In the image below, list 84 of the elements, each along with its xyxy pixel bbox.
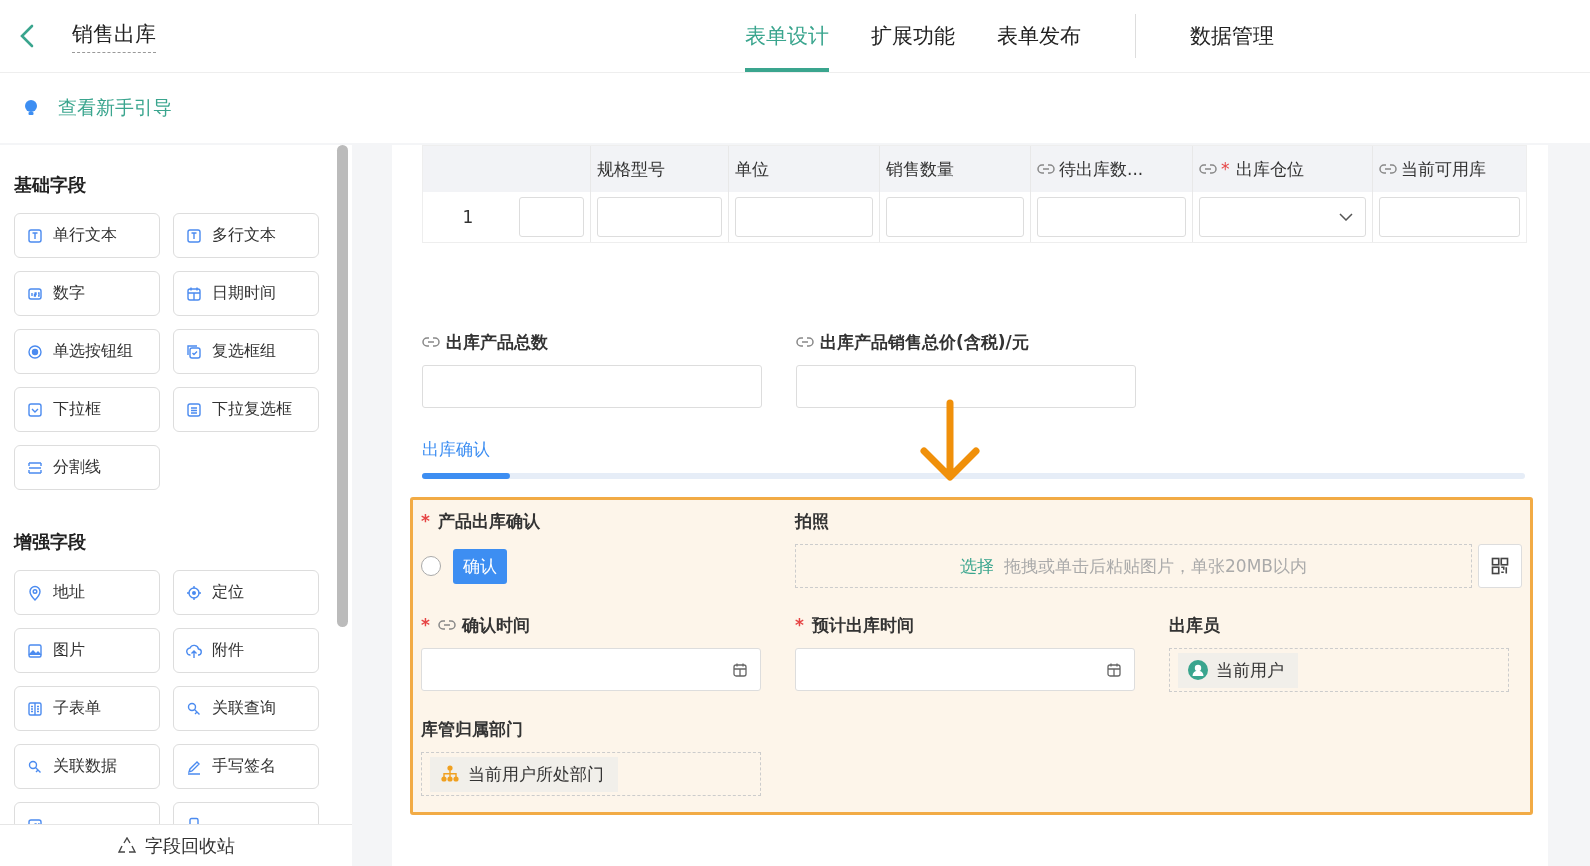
cell-input[interactable] bbox=[519, 197, 584, 237]
radio-button[interactable] bbox=[421, 556, 441, 576]
nav-tab[interactable]: 数据管理 bbox=[1190, 0, 1274, 72]
field-label: 库管归属部门 bbox=[421, 718, 524, 740]
field-label: 出库产品销售总价(含税)/元 bbox=[796, 331, 1136, 353]
qr-code-button[interactable] bbox=[1478, 544, 1522, 588]
user-icon bbox=[1188, 660, 1208, 680]
department-field[interactable]: 当前用户所处部门 bbox=[421, 752, 761, 796]
section-heading: 基础字段 bbox=[14, 173, 87, 197]
lightbulb-icon bbox=[24, 99, 38, 117]
text-icon bbox=[186, 227, 202, 244]
field-type-button[interactable]: 子表单 bbox=[14, 686, 160, 731]
column-header: 当前可用库 bbox=[1373, 146, 1526, 192]
nav-tab[interactable]: 扩展功能 bbox=[871, 0, 955, 72]
field-type-button[interactable]: 单行文本 bbox=[14, 213, 160, 258]
qr-code-icon bbox=[1490, 556, 1510, 576]
field-type-button[interactable]: 附件 bbox=[173, 628, 319, 673]
cell-input[interactable] bbox=[735, 197, 873, 237]
field-type-button[interactable]: 单选按钮组 bbox=[14, 329, 160, 374]
date-input[interactable] bbox=[795, 648, 1135, 691]
dropdown-icon bbox=[27, 401, 43, 418]
field-type-button[interactable]: 多行文本 bbox=[173, 213, 319, 258]
nav-tab[interactable]: 表单发布 bbox=[997, 0, 1081, 72]
column-header: 销售数量 bbox=[880, 146, 1031, 192]
field-type-button[interactable]: 图片 bbox=[14, 628, 160, 673]
column-header: * 出库仓位 bbox=[1193, 146, 1373, 192]
scrollbar[interactable] bbox=[337, 145, 348, 627]
image-icon bbox=[27, 642, 43, 659]
field-type-button[interactable]: 下拉复选框 bbox=[173, 387, 319, 432]
user-chip: 当前用户 bbox=[1178, 652, 1298, 688]
target-icon bbox=[186, 584, 202, 601]
form-title[interactable]: 销售出库 bbox=[72, 19, 156, 53]
upload-hint: 拖拽或单击后粘贴图片，单张20MB以内 bbox=[1004, 554, 1307, 578]
org-chart-icon bbox=[440, 764, 460, 784]
pin-icon bbox=[27, 584, 43, 601]
user-field[interactable]: 当前用户 bbox=[1169, 648, 1509, 692]
field-label: * 确认时间 bbox=[421, 614, 531, 636]
cell-input[interactable] bbox=[1037, 197, 1186, 237]
checkbox-icon bbox=[186, 343, 202, 360]
field-type-button[interactable]: 关联查询 bbox=[173, 686, 319, 731]
cell-input[interactable] bbox=[597, 197, 722, 237]
field-label: * 预计出库时间 bbox=[795, 614, 915, 636]
text-input[interactable] bbox=[422, 365, 762, 408]
field-type-button[interactable]: 数字 bbox=[14, 271, 160, 316]
chevron-down-icon bbox=[1339, 213, 1353, 221]
required-mark: * bbox=[1221, 159, 1230, 179]
recycle-icon bbox=[117, 836, 137, 855]
field-type-button[interactable]: 日期时间 bbox=[173, 271, 319, 316]
field-type-button[interactable]: 复选框组 bbox=[173, 329, 319, 374]
field-label: 出库员 bbox=[1169, 614, 1221, 636]
column-header: 单位 bbox=[729, 146, 880, 192]
divider-icon bbox=[27, 459, 43, 476]
text-input[interactable] bbox=[796, 365, 1136, 408]
required-mark: * bbox=[795, 615, 804, 635]
table-icon bbox=[27, 700, 43, 717]
number-icon bbox=[27, 285, 43, 302]
field-label: * 产品出库确认 bbox=[421, 510, 541, 532]
required-mark: * bbox=[421, 615, 430, 635]
cell-input[interactable] bbox=[1379, 197, 1520, 237]
calendar-icon bbox=[732, 661, 748, 678]
radio-icon bbox=[27, 343, 43, 360]
field-type-button[interactable]: 关联数据 bbox=[14, 744, 160, 789]
field-type-button[interactable]: 下拉框 bbox=[14, 387, 160, 432]
text-icon bbox=[27, 227, 43, 244]
section-heading: 增强字段 bbox=[14, 530, 87, 554]
calendar-icon bbox=[1106, 661, 1122, 678]
field-label: 出库产品总数 bbox=[422, 331, 762, 353]
back-icon[interactable] bbox=[20, 24, 34, 48]
cell-input[interactable] bbox=[886, 197, 1024, 237]
row-number: 1 bbox=[461, 206, 475, 229]
required-mark: * bbox=[421, 511, 430, 531]
cell-select[interactable] bbox=[1199, 197, 1366, 237]
column-header: 规格型号 bbox=[591, 146, 729, 192]
field-type-button[interactable]: 分割线 bbox=[14, 445, 160, 490]
field-type-button[interactable]: 手写签名 bbox=[173, 744, 319, 789]
calendar-icon bbox=[186, 285, 202, 302]
field-label: 拍照 bbox=[795, 510, 830, 532]
upload-icon bbox=[186, 642, 202, 659]
column-header: 待出库数... bbox=[1031, 146, 1193, 192]
list-icon bbox=[186, 401, 202, 418]
field-type-button[interactable]: 地址 bbox=[14, 570, 160, 615]
field-type-button[interactable]: 定位 bbox=[173, 570, 319, 615]
date-input[interactable] bbox=[421, 648, 761, 691]
department-chip: 当前用户所处部门 bbox=[430, 756, 618, 792]
